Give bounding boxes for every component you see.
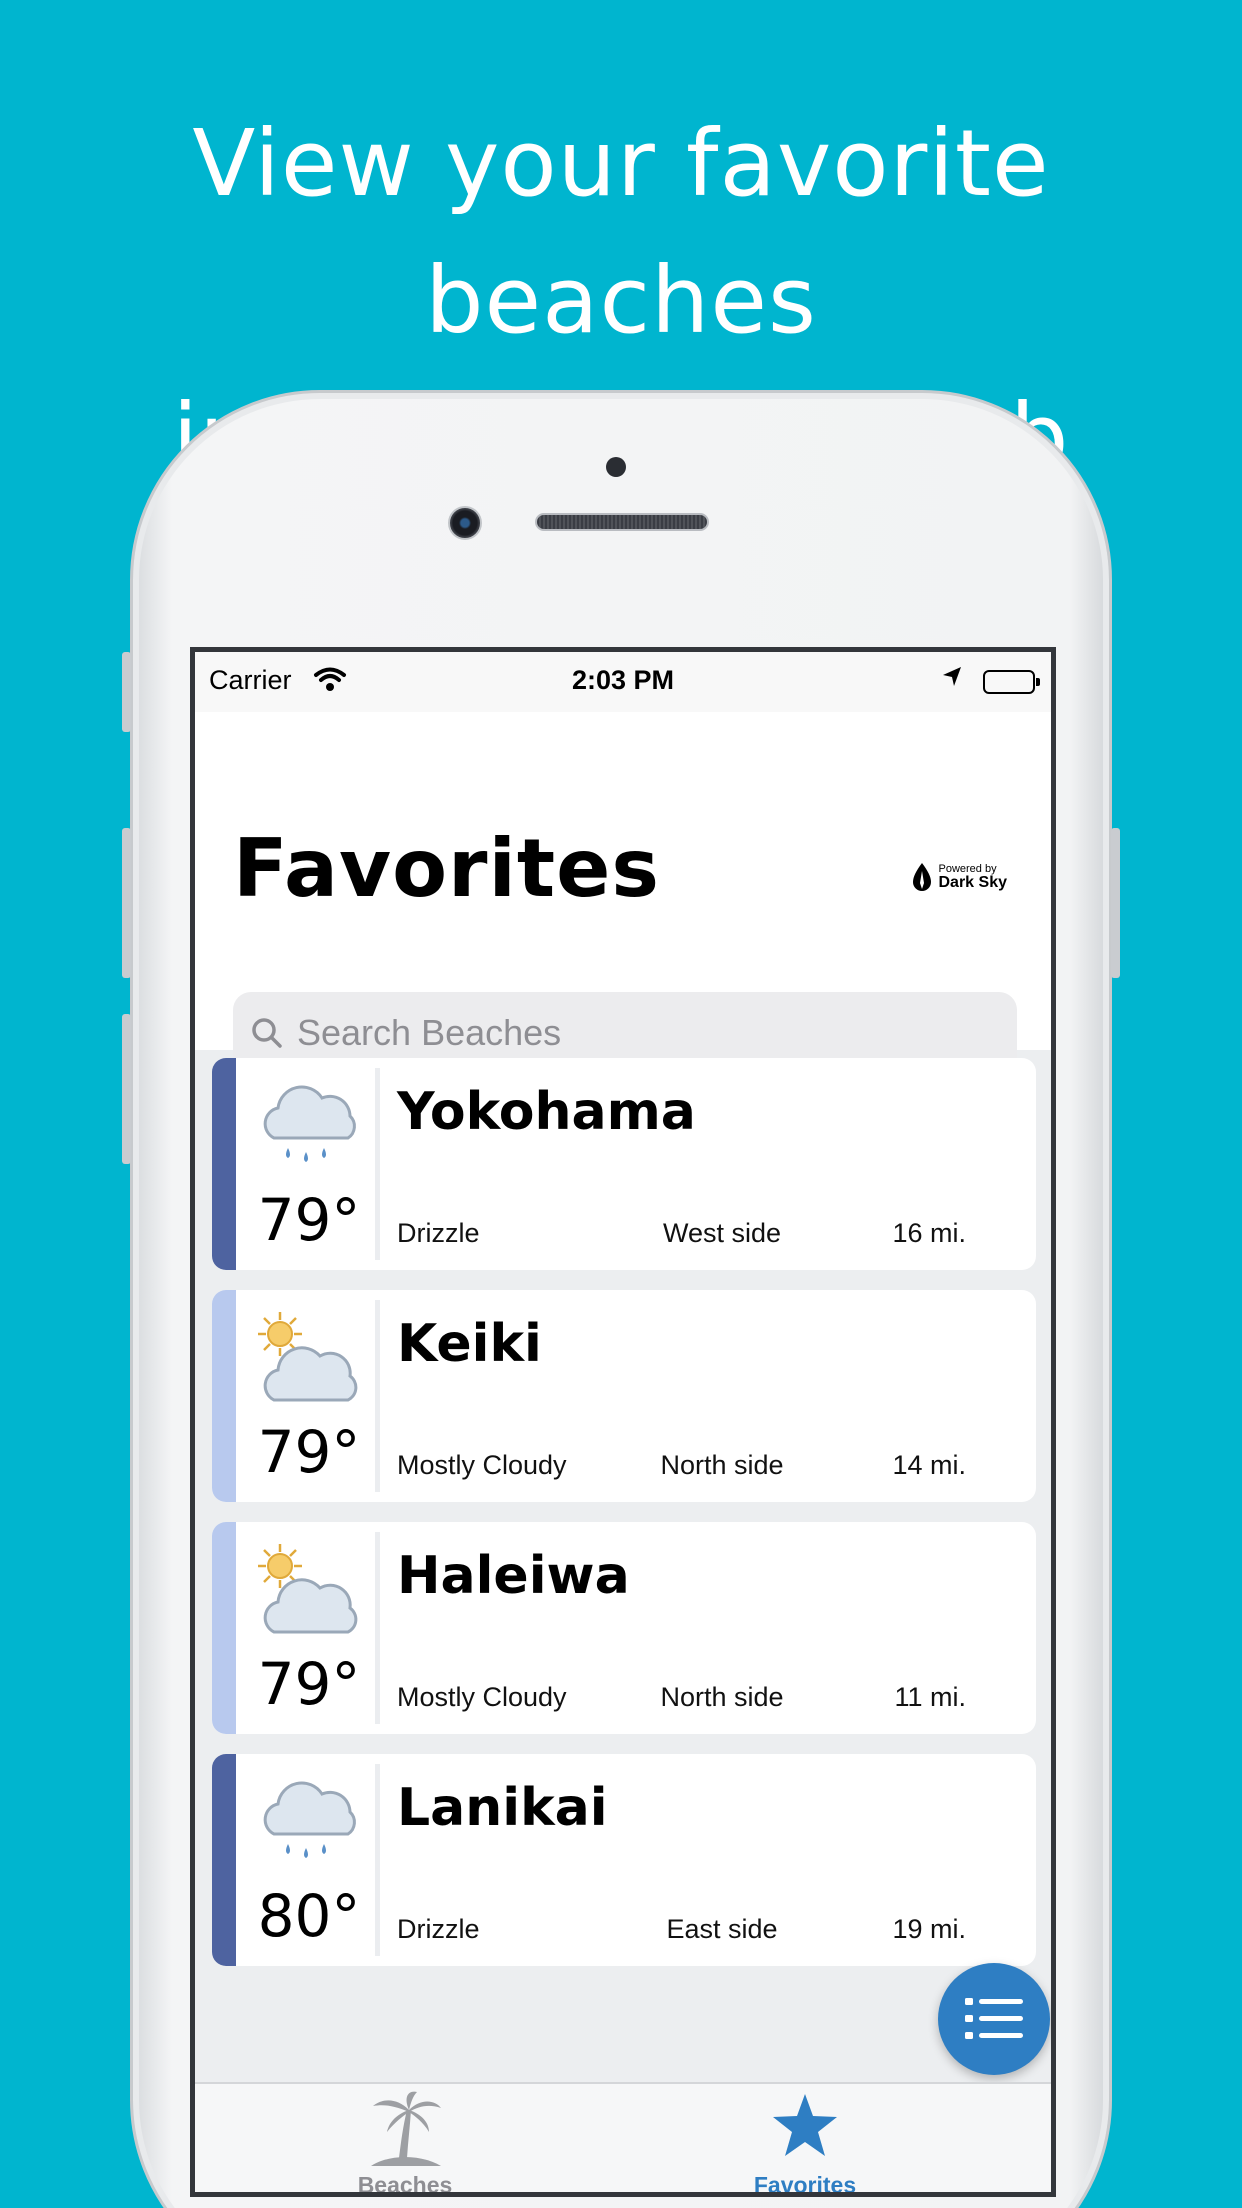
- tab-beaches-label: Beaches: [357, 2172, 453, 2197]
- beach-name: Lanikai: [397, 1778, 608, 1838]
- beach-card-keiki[interactable]: 79° Keiki Mostly Cloudy North side 14 mi…: [212, 1290, 1036, 1502]
- phone-speaker: [535, 513, 709, 531]
- status-time: 2:03 PM: [571, 665, 675, 695]
- phone-side-button: [122, 652, 131, 732]
- partly-cloudy-icon: [258, 1312, 358, 1402]
- beach-name: Keiki: [397, 1314, 542, 1374]
- beach-condition: Drizzle: [397, 1914, 480, 1944]
- list-icon: [965, 1998, 1023, 2039]
- partly-cloudy-icon: [258, 1544, 358, 1634]
- search-icon: [252, 1018, 282, 1048]
- beach-name: Haleiwa: [397, 1546, 630, 1606]
- rain-cloud-icon: [263, 1781, 356, 1858]
- tab-beaches[interactable]: Beaches: [255, 2084, 555, 2197]
- beach-distance: 16 mi.: [892, 1218, 966, 1248]
- dark-sky-label: Dark Sky: [938, 874, 1008, 891]
- page-title: Favorites: [233, 822, 661, 915]
- beach-side: West side: [662, 1218, 782, 1248]
- phone-power-button: [1111, 828, 1120, 978]
- beach-condition: Mostly Cloudy: [397, 1450, 567, 1480]
- beach-condition: Mostly Cloudy: [397, 1682, 567, 1712]
- app-screen: Carrier 2:03 PM Favorites Powered by Dar…: [190, 647, 1056, 2197]
- beach-condition: Drizzle: [397, 1218, 480, 1248]
- card-divider: [375, 1300, 380, 1492]
- beach-temp: 80°: [257, 1882, 361, 1950]
- phone-sensor: [606, 457, 626, 477]
- beach-temp: 79°: [257, 1418, 361, 1486]
- beach-temp: 79°: [257, 1186, 361, 1254]
- battery-icon: [983, 670, 1040, 694]
- beach-card-lanikai[interactable]: 80° Lanikai Drizzle East side 19 mi.: [212, 1754, 1036, 1966]
- list-view-button[interactable]: [938, 1963, 1050, 2075]
- dark-sky-logo-icon: [912, 863, 931, 891]
- card-divider: [375, 1532, 380, 1724]
- search-input[interactable]: Search Beaches: [297, 1012, 561, 1054]
- condition-band: [212, 1290, 236, 1502]
- beach-distance: 14 mi.: [892, 1450, 966, 1480]
- condition-band: [212, 1058, 236, 1270]
- rain-cloud-icon: [263, 1085, 356, 1162]
- beach-distance: 19 mi.: [892, 1914, 966, 1944]
- beach-name: Yokohama: [397, 1082, 696, 1142]
- tab-favorites[interactable]: Favorites: [655, 2084, 955, 2197]
- phone-volume-down-button: [122, 1014, 131, 1164]
- beach-side: East side: [666, 1914, 778, 1944]
- powered-by-dark-sky[interactable]: Powered by Dark Sky: [911, 862, 1008, 892]
- beach-distance: 11 mi.: [894, 1682, 966, 1712]
- beach-temp: 79°: [257, 1650, 361, 1718]
- condition-band: [212, 1754, 236, 1966]
- beach-card-yokohama[interactable]: 79° Yokohama Drizzle West side 16 mi.: [212, 1058, 1036, 1270]
- card-divider: [375, 1068, 380, 1260]
- status-bar: Carrier 2:03 PM: [195, 652, 1051, 712]
- star-icon: [773, 2094, 837, 2156]
- beach-side: North side: [660, 1682, 784, 1712]
- promo-headline-line1: View your favorite beaches: [192, 110, 1050, 354]
- beach-side: North side: [660, 1450, 784, 1480]
- phone-camera: [448, 506, 482, 540]
- tab-favorites-label: Favorites: [753, 2172, 857, 2197]
- favorites-header: Favorites Powered by Dark Sky Search Bea…: [195, 712, 1051, 1074]
- beach-card-haleiwa[interactable]: 79° Haleiwa Mostly Cloudy North side 11 …: [212, 1522, 1036, 1734]
- condition-band: [212, 1522, 236, 1734]
- phone-volume-up-button: [122, 828, 131, 978]
- card-divider: [375, 1764, 380, 1956]
- tab-bar: Beaches Favorites: [195, 2082, 1051, 2197]
- location-arrow-icon: [941, 665, 963, 696]
- palm-tree-icon: [371, 2091, 441, 2166]
